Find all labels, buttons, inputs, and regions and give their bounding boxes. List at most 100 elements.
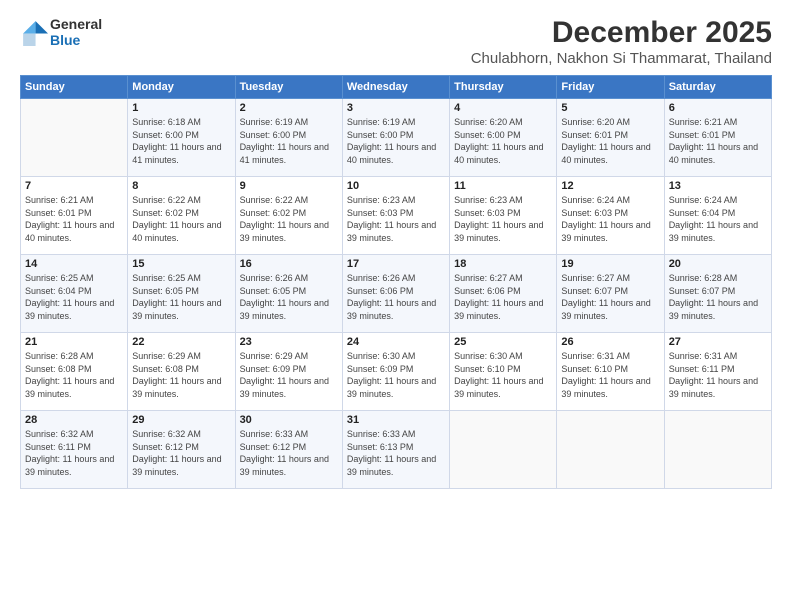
day-number: 2 [240, 102, 338, 114]
location: Chulabhorn, Nakhon Si Thammarat, Thailan… [471, 50, 772, 67]
day-number: 30 [240, 414, 338, 426]
day-number: 15 [132, 258, 230, 270]
day-info: Sunrise: 6:22 AMSunset: 6:02 PMDaylight:… [240, 194, 338, 244]
day-number: 13 [669, 180, 767, 192]
day-number: 29 [132, 414, 230, 426]
day-number: 20 [669, 258, 767, 270]
calendar-cell: 30 Sunrise: 6:33 AMSunset: 6:12 PMDayligh… [235, 411, 342, 489]
day-info: Sunrise: 6:20 AMSunset: 6:00 PMDaylight:… [454, 116, 552, 166]
day-number: 17 [347, 258, 445, 270]
calendar-cell: 5 Sunrise: 6:20 AMSunset: 6:01 PMDaylight… [557, 99, 664, 177]
day-number: 21 [25, 336, 123, 348]
calendar-cell: 3 Sunrise: 6:19 AMSunset: 6:00 PMDaylight… [342, 99, 449, 177]
header: General Blue December 2025 Chulabhorn, N… [20, 16, 772, 67]
title-block: December 2025 Chulabhorn, Nakhon Si Tham… [471, 16, 772, 67]
day-info: Sunrise: 6:31 AMSunset: 6:11 PMDaylight:… [669, 350, 767, 400]
day-info: Sunrise: 6:27 AMSunset: 6:06 PMDaylight:… [454, 272, 552, 322]
day-info: Sunrise: 6:32 AMSunset: 6:12 PMDaylight:… [132, 428, 230, 478]
day-info: Sunrise: 6:25 AMSunset: 6:05 PMDaylight:… [132, 272, 230, 322]
calendar-cell: 6 Sunrise: 6:21 AMSunset: 6:01 PMDaylight… [664, 99, 771, 177]
day-info: Sunrise: 6:28 AMSunset: 6:08 PMDaylight:… [25, 350, 123, 400]
weekday-header-sunday: Sunday [21, 76, 128, 99]
calendar-cell: 2 Sunrise: 6:19 AMSunset: 6:00 PMDaylight… [235, 99, 342, 177]
calendar-cell [21, 99, 128, 177]
calendar-cell: 19 Sunrise: 6:27 AMSunset: 6:07 PMDayligh… [557, 255, 664, 333]
calendar-cell: 13 Sunrise: 6:24 AMSunset: 6:04 PMDayligh… [664, 177, 771, 255]
calendar-cell: 22 Sunrise: 6:29 AMSunset: 6:08 PMDayligh… [128, 333, 235, 411]
day-info: Sunrise: 6:28 AMSunset: 6:07 PMDaylight:… [669, 272, 767, 322]
day-info: Sunrise: 6:22 AMSunset: 6:02 PMDaylight:… [132, 194, 230, 244]
calendar-cell: 4 Sunrise: 6:20 AMSunset: 6:00 PMDaylight… [450, 99, 557, 177]
day-number: 19 [561, 258, 659, 270]
day-info: Sunrise: 6:19 AMSunset: 6:00 PMDaylight:… [347, 116, 445, 166]
day-info: Sunrise: 6:26 AMSunset: 6:06 PMDaylight:… [347, 272, 445, 322]
day-info: Sunrise: 6:24 AMSunset: 6:03 PMDaylight:… [561, 194, 659, 244]
calendar-cell: 7 Sunrise: 6:21 AMSunset: 6:01 PMDaylight… [21, 177, 128, 255]
day-info: Sunrise: 6:23 AMSunset: 6:03 PMDaylight:… [347, 194, 445, 244]
day-info: Sunrise: 6:32 AMSunset: 6:11 PMDaylight:… [25, 428, 123, 478]
weekday-header-wednesday: Wednesday [342, 76, 449, 99]
weekday-header-saturday: Saturday [664, 76, 771, 99]
day-number: 25 [454, 336, 552, 348]
day-info: Sunrise: 6:33 AMSunset: 6:13 PMDaylight:… [347, 428, 445, 478]
logo-icon [20, 18, 48, 46]
calendar-cell: 21 Sunrise: 6:28 AMSunset: 6:08 PMDayligh… [21, 333, 128, 411]
day-info: Sunrise: 6:29 AMSunset: 6:08 PMDaylight:… [132, 350, 230, 400]
calendar-cell: 11 Sunrise: 6:23 AMSunset: 6:03 PMDayligh… [450, 177, 557, 255]
day-number: 26 [561, 336, 659, 348]
logo: General Blue [20, 16, 102, 48]
calendar-table: SundayMondayTuesdayWednesdayThursdayFrid… [20, 75, 772, 489]
day-number: 14 [25, 258, 123, 270]
day-info: Sunrise: 6:27 AMSunset: 6:07 PMDaylight:… [561, 272, 659, 322]
day-info: Sunrise: 6:19 AMSunset: 6:00 PMDaylight:… [240, 116, 338, 166]
weekday-header-tuesday: Tuesday [235, 76, 342, 99]
day-number: 11 [454, 180, 552, 192]
day-number: 31 [347, 414, 445, 426]
day-number: 7 [25, 180, 123, 192]
calendar-cell: 9 Sunrise: 6:22 AMSunset: 6:02 PMDaylight… [235, 177, 342, 255]
day-number: 1 [132, 102, 230, 114]
calendar-cell: 16Sunrise: 6:26 AMSunset: 6:05 PMDayligh… [235, 255, 342, 333]
day-number: 3 [347, 102, 445, 114]
weekday-header-monday: Monday [128, 76, 235, 99]
calendar-cell: 10 Sunrise: 6:23 AMSunset: 6:03 PMDayligh… [342, 177, 449, 255]
calendar-cell [557, 411, 664, 489]
day-info: Sunrise: 6:25 AMSunset: 6:04 PMDaylight:… [25, 272, 123, 322]
calendar-cell: 27 Sunrise: 6:31 AMSunset: 6:11 PMDayligh… [664, 333, 771, 411]
day-info: Sunrise: 6:30 AMSunset: 6:09 PMDaylight:… [347, 350, 445, 400]
day-number: 8 [132, 180, 230, 192]
day-info: Sunrise: 6:20 AMSunset: 6:01 PMDaylight:… [561, 116, 659, 166]
day-info: Sunrise: 6:33 AMSunset: 6:12 PMDaylight:… [240, 428, 338, 478]
calendar-cell: 24 Sunrise: 6:30 AMSunset: 6:09 PMDayligh… [342, 333, 449, 411]
calendar-cell: 23Sunrise: 6:29 AMSunset: 6:09 PMDayligh… [235, 333, 342, 411]
day-number: 5 [561, 102, 659, 114]
day-info: Sunrise: 6:23 AMSunset: 6:03 PMDaylight:… [454, 194, 552, 244]
calendar-cell [664, 411, 771, 489]
calendar-cell: 1Sunrise: 6:18 AMSunset: 6:00 PMDaylight… [128, 99, 235, 177]
weekday-header-friday: Friday [557, 76, 664, 99]
day-info: Sunrise: 6:24 AMSunset: 6:04 PMDaylight:… [669, 194, 767, 244]
calendar-cell: 8 Sunrise: 6:22 AMSunset: 6:02 PMDaylight… [128, 177, 235, 255]
day-number: 27 [669, 336, 767, 348]
calendar-cell: 18Sunrise: 6:27 AMSunset: 6:06 PMDayligh… [450, 255, 557, 333]
day-info: Sunrise: 6:21 AMSunset: 6:01 PMDaylight:… [669, 116, 767, 166]
day-number: 6 [669, 102, 767, 114]
weekday-header-thursday: Thursday [450, 76, 557, 99]
calendar-cell: 14 Sunrise: 6:25 AMSunset: 6:04 PMDayligh… [21, 255, 128, 333]
day-number: 10 [347, 180, 445, 192]
day-number: 4 [454, 102, 552, 114]
day-info: Sunrise: 6:21 AMSunset: 6:01 PMDaylight:… [25, 194, 123, 244]
day-number: 24 [347, 336, 445, 348]
day-number: 28 [25, 414, 123, 426]
calendar-cell: 26Sunrise: 6:31 AMSunset: 6:10 PMDayligh… [557, 333, 664, 411]
day-info: Sunrise: 6:30 AMSunset: 6:10 PMDaylight:… [454, 350, 552, 400]
logo-text: General Blue [50, 16, 102, 48]
calendar-cell: 28 Sunrise: 6:32 AMSunset: 6:11 PMDayligh… [21, 411, 128, 489]
day-number: 12 [561, 180, 659, 192]
day-number: 22 [132, 336, 230, 348]
day-number: 23 [240, 336, 338, 348]
calendar-cell: 17 Sunrise: 6:26 AMSunset: 6:06 PMDayligh… [342, 255, 449, 333]
day-number: 9 [240, 180, 338, 192]
calendar-cell: 20 Sunrise: 6:28 AMSunset: 6:07 PMDayligh… [664, 255, 771, 333]
calendar-cell: 12 Sunrise: 6:24 AMSunset: 6:03 PMDayligh… [557, 177, 664, 255]
